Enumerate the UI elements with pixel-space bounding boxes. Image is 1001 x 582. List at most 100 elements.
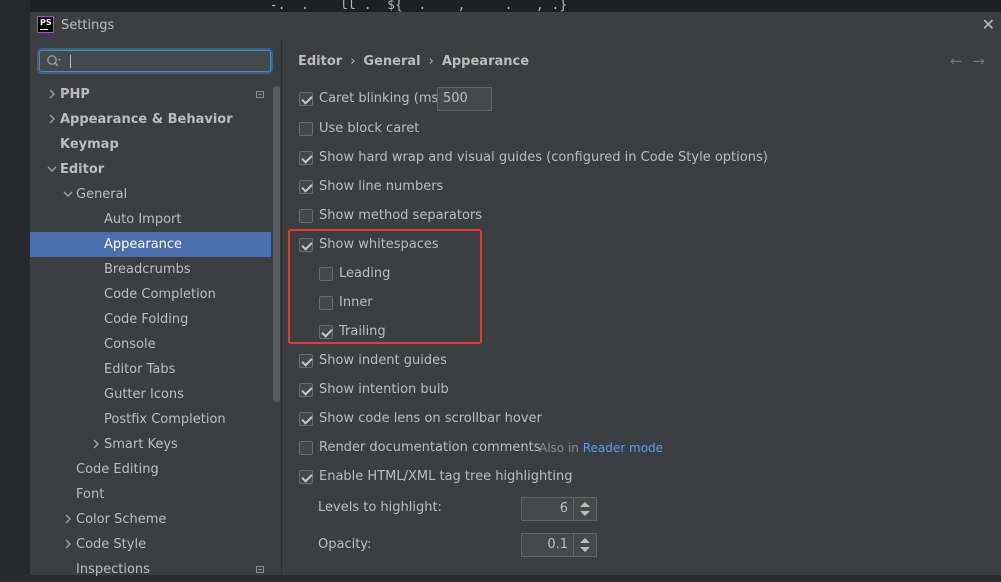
breadcrumb-general[interactable]: General — [363, 54, 420, 69]
tree-item-postfix-completion[interactable]: Postfix Completion — [30, 407, 281, 432]
hard-wrap-checkbox[interactable] — [299, 151, 313, 165]
forward-arrow-icon[interactable]: → — [972, 52, 995, 70]
levels-spinner-buttons[interactable] — [573, 498, 596, 520]
tree-item-label: Postfix Completion — [104, 412, 226, 427]
levels-value[interactable]: 6 — [560, 498, 568, 520]
settings-tree-panel: PHP Appearance & Behavior Keymap Editor Gene… — [30, 40, 281, 577]
tree-item-label: Font — [76, 487, 105, 502]
chevron-right-icon[interactable] — [47, 114, 57, 124]
tree-scrollbar-thumb[interactable] — [273, 86, 280, 402]
reader-mode-hint: Also in Reader mode — [539, 441, 663, 455]
opacity-spinner-buttons[interactable] — [573, 534, 596, 556]
tree-item-label: Appearance & Behavior — [60, 112, 233, 127]
trailing-checkbox[interactable] — [319, 325, 333, 339]
tree-item-label: Console — [104, 337, 156, 352]
back-arrow-icon[interactable]: ← — [950, 52, 973, 70]
indent-guides-label: Show indent guides — [319, 353, 447, 368]
chevron-right-icon[interactable] — [63, 514, 73, 524]
levels-spinner[interactable]: 6 — [521, 497, 597, 521]
breadcrumb-separator: › — [428, 54, 434, 69]
tag-tree-checkbox[interactable] — [299, 470, 313, 484]
tree-item-general[interactable]: General — [30, 182, 281, 207]
tree-item-code-completion[interactable]: Code Completion — [30, 282, 281, 307]
tree-item-label: Code Folding — [104, 312, 189, 327]
tree-item-editor[interactable]: Editor — [30, 157, 281, 182]
tree-item-color-scheme[interactable]: Color Scheme — [30, 507, 281, 532]
tree-item-label: Smart Keys — [104, 437, 178, 452]
intention-bulb-checkbox[interactable] — [299, 383, 313, 397]
inner-label: Inner — [339, 295, 373, 310]
tree-item-label: Breadcrumbs — [104, 262, 191, 277]
tree-item-code-editing[interactable]: Code Editing — [30, 457, 281, 482]
opacity-spinner[interactable]: 0.1 — [521, 533, 597, 557]
title-bar: PS Settings ✕ — [30, 12, 1001, 40]
tree-item-console[interactable]: Console — [30, 332, 281, 357]
reader-mode-link[interactable]: Reader mode — [583, 441, 663, 455]
close-icon[interactable]: ✕ — [982, 15, 995, 34]
tree-item-appearance-behavior[interactable]: Appearance & Behavior — [30, 107, 281, 132]
tree-item-inspections[interactable]: Inspections — [30, 557, 281, 582]
tree-item-label: Inspections — [76, 562, 150, 577]
tree-item-php[interactable]: PHP — [30, 82, 281, 107]
phpstorm-logo-icon: PS — [37, 16, 54, 33]
tree-item-code-folding[interactable]: Code Folding — [30, 307, 281, 332]
tree-item-editor-tabs[interactable]: Editor Tabs — [30, 357, 281, 382]
breadcrumb-separator: › — [350, 54, 356, 69]
tree-item-font[interactable]: Font — [30, 482, 281, 507]
chevron-down-icon[interactable] — [47, 164, 57, 174]
tree-item-label: Editor — [60, 162, 105, 177]
breadcrumb-editor[interactable]: Editor — [298, 54, 342, 69]
block-caret-label: Use block caret — [319, 121, 420, 136]
history-nav: ←→ — [950, 52, 995, 70]
tree-item-appearance[interactable]: Appearance — [30, 232, 281, 257]
hard-wrap-label: Show hard wrap and visual guides (config… — [319, 150, 768, 165]
tree-item-label: Keymap — [60, 137, 119, 152]
tree-item-label: Code Style — [76, 537, 147, 552]
line-numbers-checkbox[interactable] — [299, 180, 313, 194]
tree-item-keymap[interactable]: Keymap — [30, 132, 281, 157]
caret-blinking-ms-field[interactable]: 500 — [437, 87, 492, 111]
show-whitespaces-checkbox[interactable] — [299, 238, 313, 252]
code-lens-checkbox[interactable] — [299, 412, 313, 426]
block-caret-checkbox[interactable] — [299, 122, 313, 136]
tree-item-label: Code Editing — [76, 462, 159, 477]
caret-blinking-checkbox[interactable] — [299, 92, 313, 106]
background-sidebar — [0, 0, 30, 575]
levels-label: Levels to highlight: — [318, 500, 442, 515]
tree-item-label: General — [76, 187, 128, 202]
tree-item-auto-import[interactable]: Auto Import — [30, 207, 281, 232]
tree-item-code-style[interactable]: Code Style — [30, 532, 281, 557]
code-lens-label: Show code lens on scrollbar hover — [319, 411, 542, 426]
chevron-right-icon[interactable] — [63, 539, 73, 549]
project-settings-icon — [256, 91, 264, 98]
tree-item-label: Color Scheme — [76, 512, 167, 527]
spinner-up-icon[interactable] — [580, 502, 590, 507]
breadcrumb-appearance: Appearance — [441, 54, 530, 69]
search-input[interactable] — [39, 50, 271, 72]
tree-item-label: Code Completion — [104, 287, 216, 302]
tree-item-breadcrumbs[interactable]: Breadcrumbs — [30, 257, 281, 282]
intention-bulb-label: Show intention bulb — [319, 382, 449, 397]
render-docs-checkbox[interactable] — [299, 441, 313, 455]
method-separators-label: Show method separators — [319, 208, 483, 223]
method-separators-checkbox[interactable] — [299, 209, 313, 223]
spinner-up-icon[interactable] — [580, 538, 590, 543]
chevron-right-icon[interactable] — [47, 89, 57, 99]
background-code-line: -. . ll . ${ . , . , .} — [215, 0, 568, 12]
indent-guides-checkbox[interactable] — [299, 354, 313, 368]
tree-item-gutter-icons[interactable]: Gutter Icons — [30, 382, 281, 407]
spinner-down-icon[interactable] — [580, 547, 590, 552]
settings-tree: PHP Appearance & Behavior Keymap Editor Gene… — [30, 82, 281, 582]
trailing-label: Trailing — [339, 324, 386, 339]
breadcrumb: Editor › General › Appearance — [298, 54, 529, 69]
tag-tree-label: Enable HTML/XML tag tree highlighting — [319, 469, 573, 484]
spinner-down-icon[interactable] — [580, 511, 590, 516]
inner-checkbox[interactable] — [319, 296, 333, 310]
opacity-value[interactable]: 0.1 — [547, 534, 568, 556]
tree-item-label: PHP — [60, 87, 90, 102]
project-settings-icon — [256, 566, 264, 573]
chevron-right-icon[interactable] — [91, 439, 101, 449]
chevron-down-icon[interactable] — [63, 189, 73, 199]
leading-checkbox[interactable] — [319, 267, 333, 281]
tree-item-smart-keys[interactable]: Smart Keys — [30, 432, 281, 457]
